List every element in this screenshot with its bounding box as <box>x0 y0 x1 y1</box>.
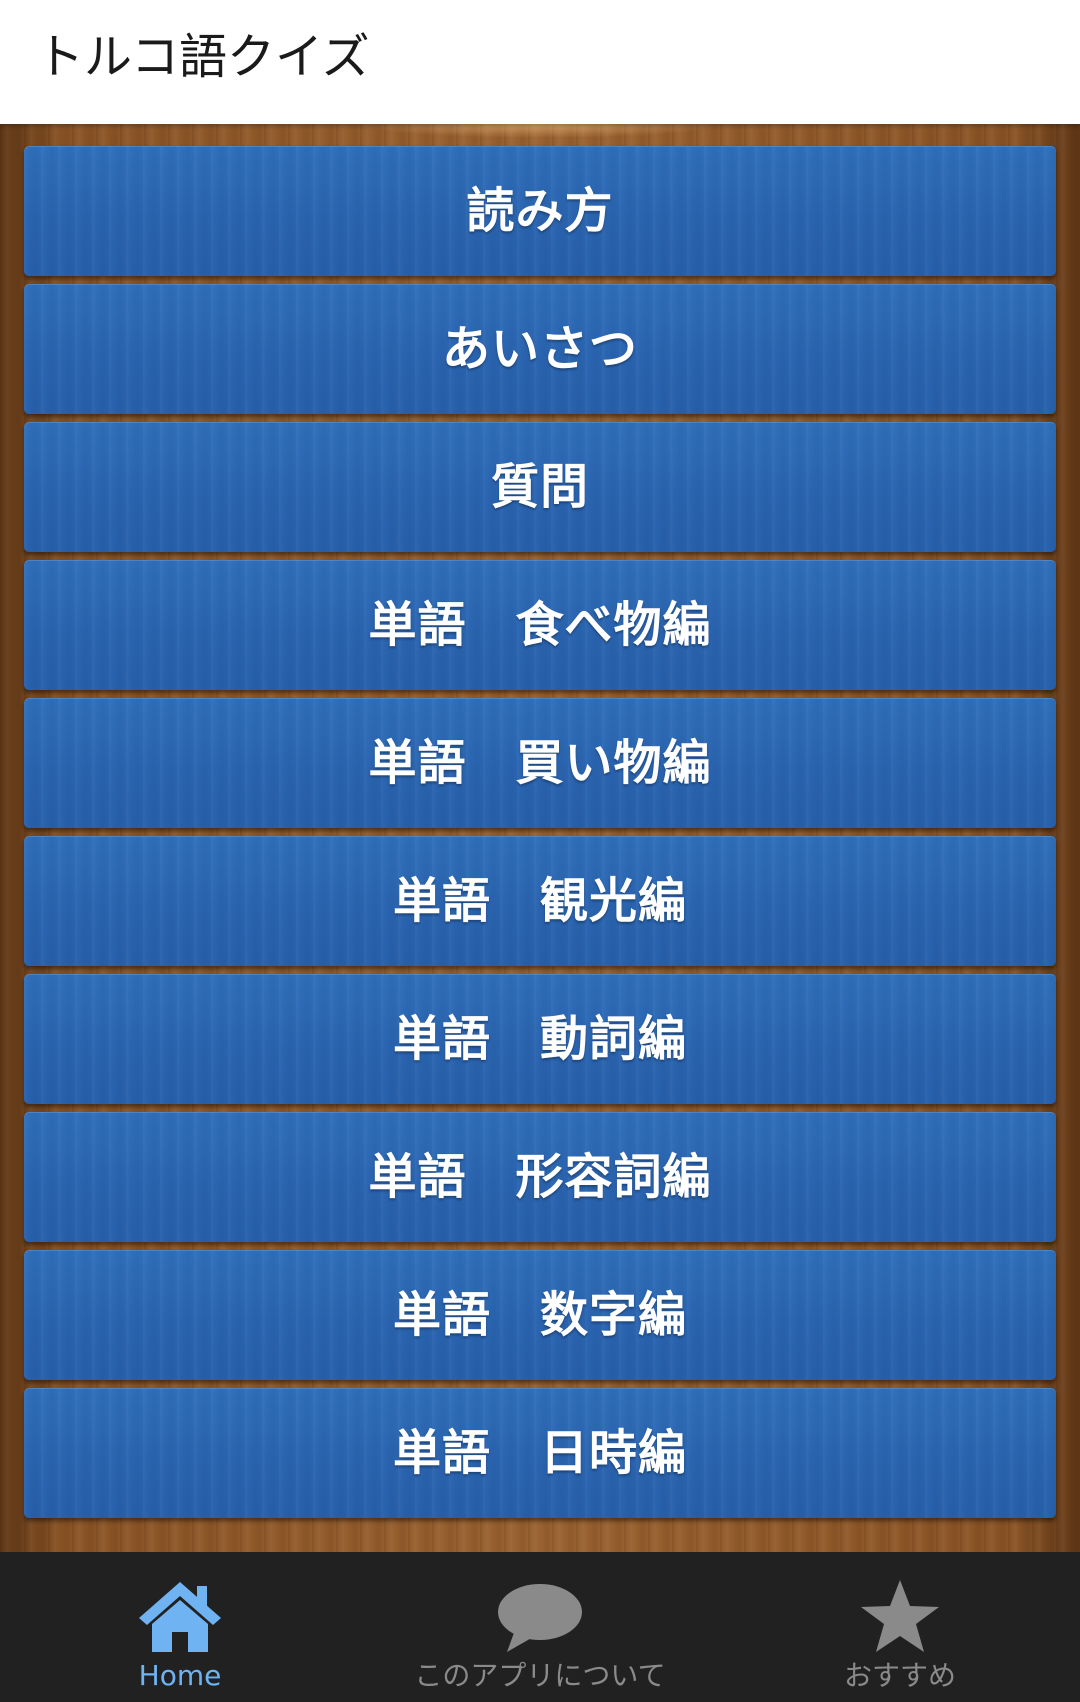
home-icon <box>135 1578 225 1654</box>
bottom-navigation: Home このアプリについて おすすめ <box>0 1552 1080 1702</box>
menu-button-reading[interactable]: 読み方 <box>24 146 1056 276</box>
menu-list: 読み方 あいさつ 質問 単語 食べ物編 単語 買い物編 単語 観光編 単語 動詞… <box>24 146 1056 1518</box>
nav-item-recommended[interactable]: おすすめ <box>720 1552 1080 1702</box>
chat-bubble-icon <box>495 1578 585 1654</box>
menu-button-vocab-verbs[interactable]: 単語 動詞編 <box>24 974 1056 1104</box>
nav-label-recommended: おすすめ <box>843 1659 956 1692</box>
app-title: トルコ語クイズ <box>36 29 370 85</box>
nav-label-about: このアプリについて <box>414 1659 666 1692</box>
menu-button-greetings[interactable]: あいさつ <box>24 284 1056 414</box>
nav-label-home: Home <box>138 1659 222 1692</box>
menu-button-vocab-numbers[interactable]: 単語 数字編 <box>24 1250 1056 1380</box>
app-bar: トルコ語クイズ <box>0 0 1080 124</box>
nav-item-about[interactable]: このアプリについて <box>360 1552 720 1702</box>
menu-button-vocab-sightseeing[interactable]: 単語 観光編 <box>24 836 1056 966</box>
menu-button-questions[interactable]: 質問 <box>24 422 1056 552</box>
menu-button-vocab-food[interactable]: 単語 食べ物編 <box>24 560 1056 690</box>
menu-button-vocab-shopping[interactable]: 単語 買い物編 <box>24 698 1056 828</box>
star-icon <box>855 1578 945 1654</box>
menu-button-vocab-datetime[interactable]: 単語 日時編 <box>24 1388 1056 1518</box>
nav-item-home[interactable]: Home <box>0 1552 360 1702</box>
menu-button-vocab-adjectives[interactable]: 単語 形容詞編 <box>24 1112 1056 1242</box>
